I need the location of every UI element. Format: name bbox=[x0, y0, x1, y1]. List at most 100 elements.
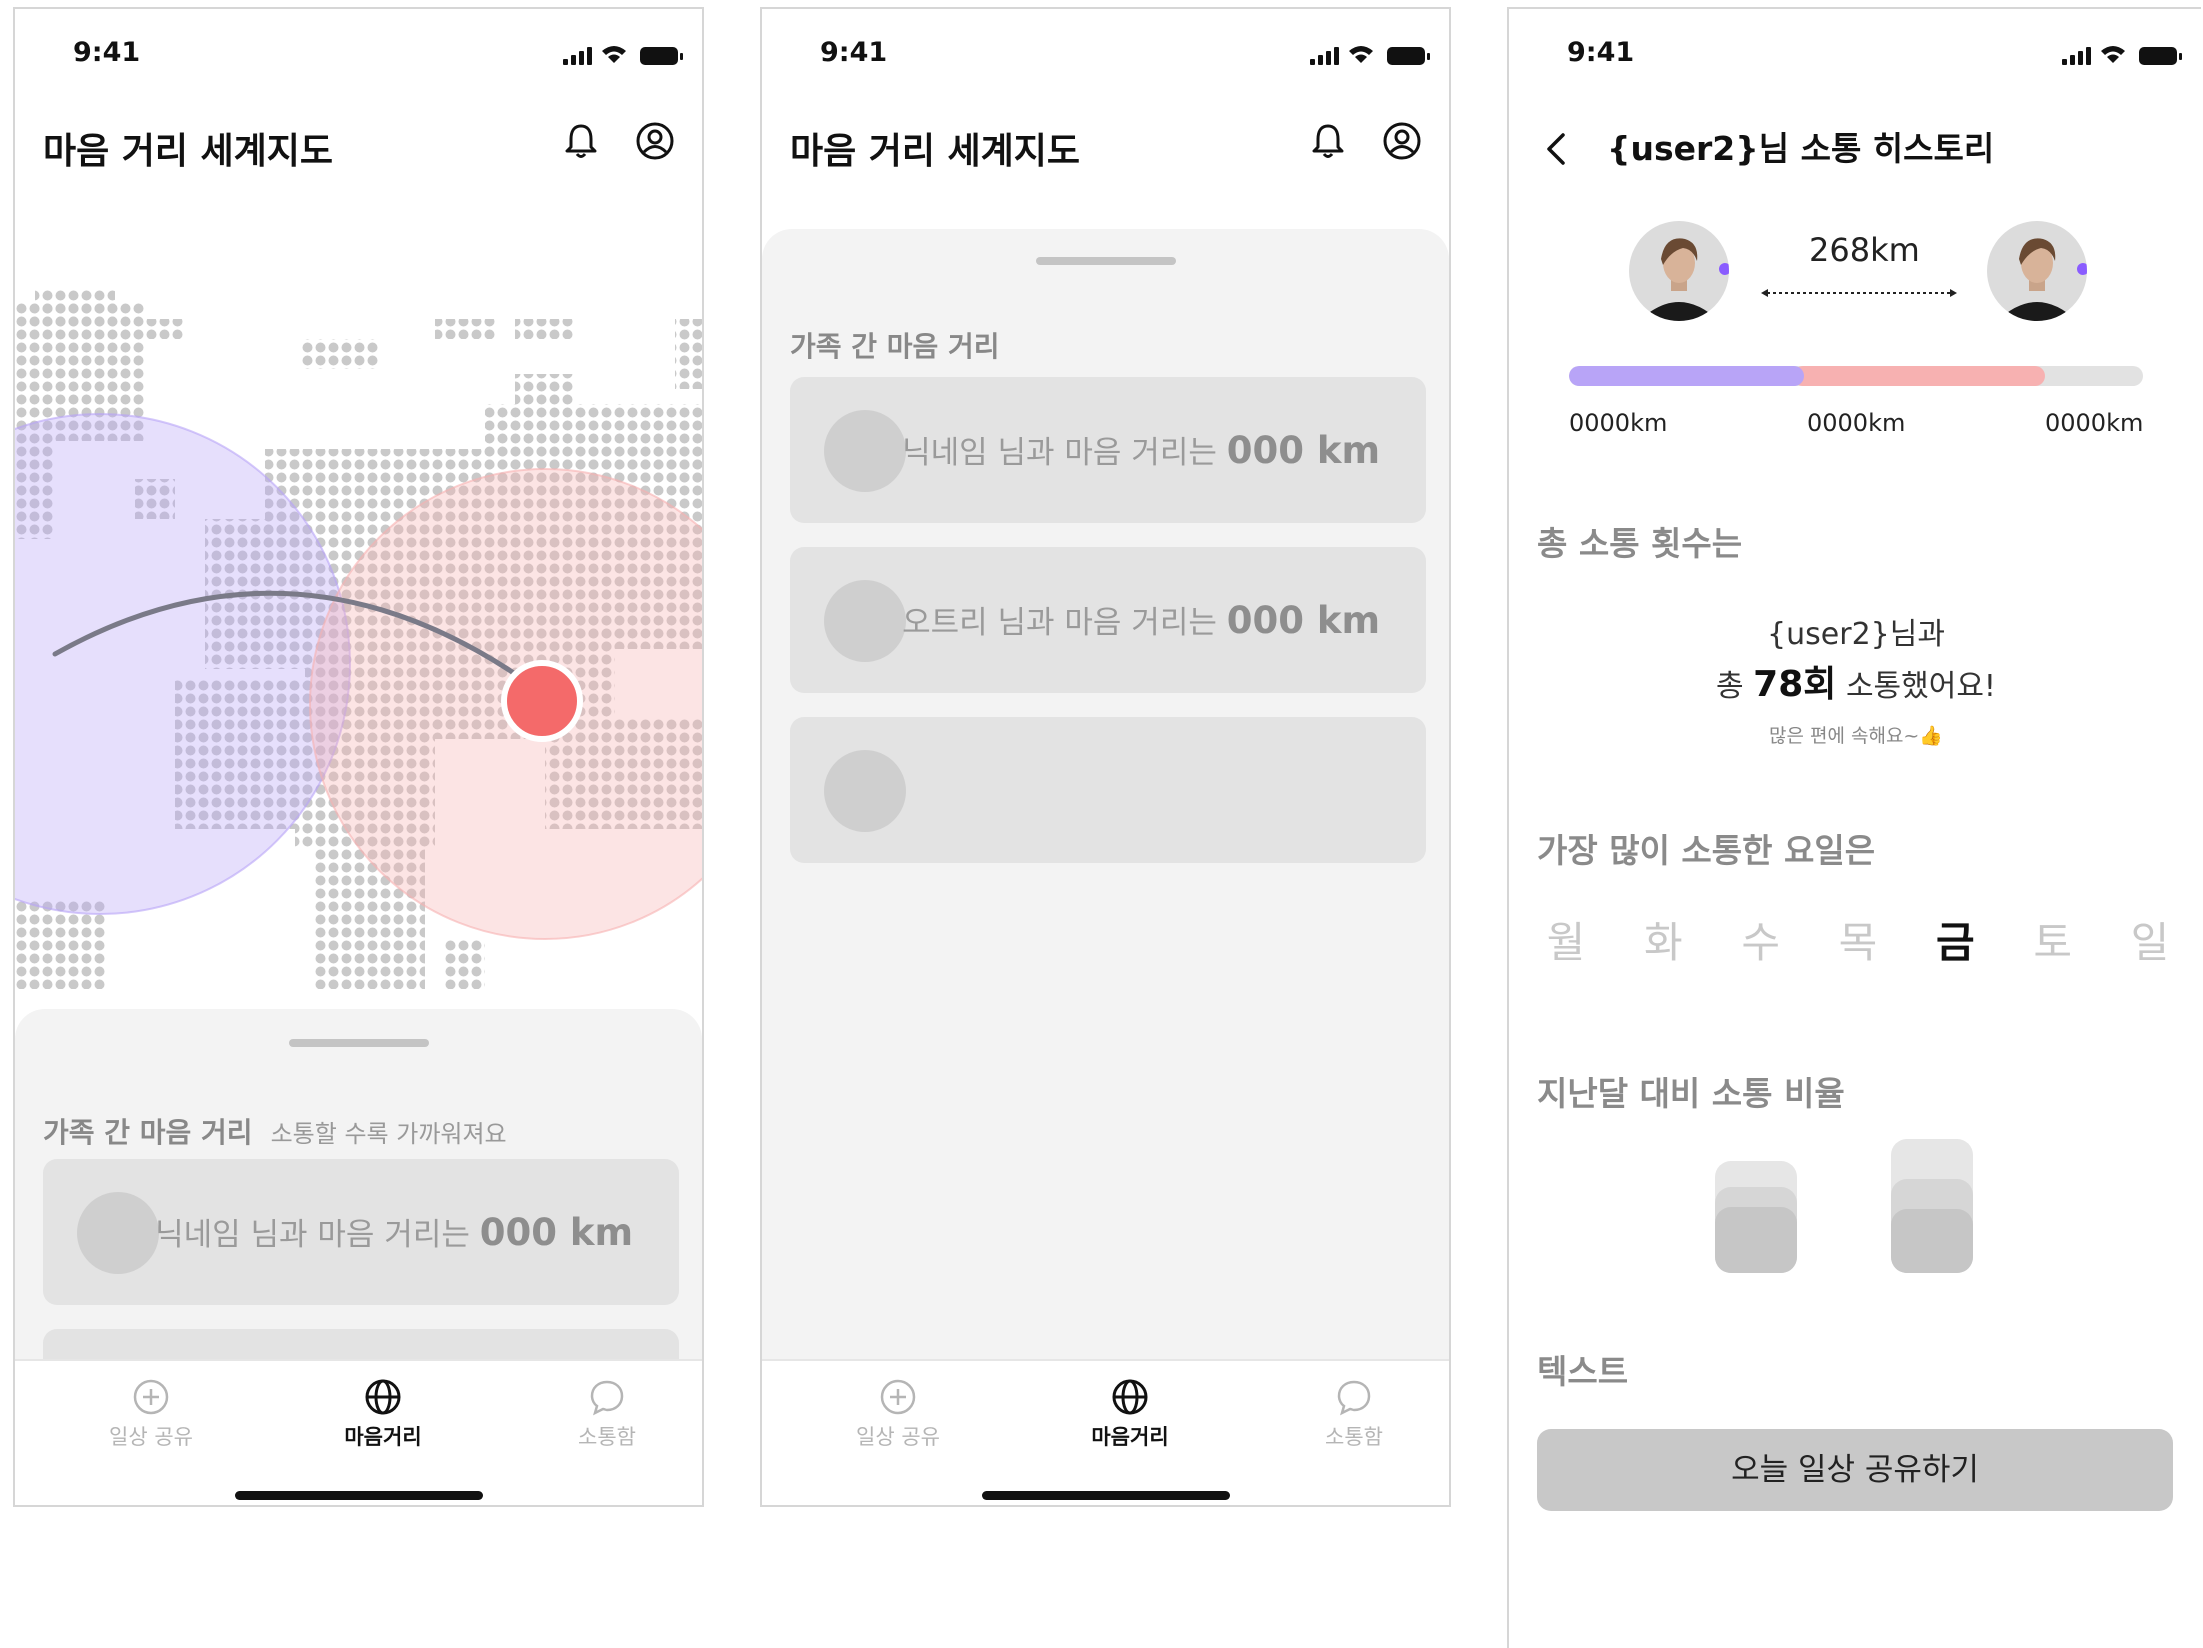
total-line1: {user2}님과 bbox=[1767, 617, 1945, 652]
tab-inbox[interactable]: 소통함 bbox=[527, 1377, 687, 1451]
weekday-row: 월 화 수 목 금 토 일 bbox=[1537, 909, 2179, 970]
km-label-start: 0000km bbox=[1569, 409, 1668, 437]
sheet-title-row: 가족 간 마음 거리 소통할 수록 가까워져요 bbox=[43, 1111, 507, 1151]
weekday-thu: 목 bbox=[1838, 918, 1878, 967]
home-indicator bbox=[981, 1491, 1230, 1500]
card-distance-value: 000 km bbox=[479, 1211, 633, 1254]
distance-card[interactable]: 닉네임 님과 마음 거리는 000 km bbox=[43, 1159, 679, 1305]
status-time: 9:41 bbox=[820, 37, 888, 68]
card-distance-value: 000 km bbox=[1226, 599, 1380, 642]
avatar bbox=[824, 580, 906, 662]
tab-bar: 일상 공유 마음거리 소통함 bbox=[762, 1359, 1449, 1505]
double-arrow-icon bbox=[1761, 289, 1957, 297]
tab-daily-share[interactable]: 일상 공유 bbox=[71, 1377, 231, 1451]
location-marker[interactable] bbox=[501, 660, 583, 742]
battery-icon bbox=[1387, 47, 1430, 65]
tab-label: 일상 공유 bbox=[856, 1425, 940, 1449]
distance-value: 268km bbox=[1809, 231, 1920, 269]
card-text: 오트리 님과 마음 거리는 000 km bbox=[902, 597, 1380, 642]
km-label-mid: 0000km bbox=[1807, 409, 1906, 437]
card-label: 오트리 님과 마음 거리는 bbox=[902, 605, 1217, 641]
progress-segment-pink bbox=[1792, 366, 2046, 386]
tab-bar: 일상 공유 마음거리 소통함 bbox=[15, 1359, 702, 1505]
globe-icon bbox=[365, 1379, 401, 1415]
globe-icon bbox=[1112, 1379, 1148, 1415]
bell-icon[interactable] bbox=[1306, 119, 1350, 163]
tab-label: 마음거리 bbox=[344, 1425, 422, 1449]
page-title: 마음 거리 세계지도 bbox=[790, 131, 1081, 172]
map-canvas bbox=[15, 289, 702, 989]
page-title: 마음 거리 세계지도 bbox=[43, 131, 334, 172]
tab-heart-distance[interactable]: 마음거리 bbox=[303, 1377, 463, 1451]
avatar-user2[interactable] bbox=[1987, 221, 2087, 321]
weekday-tue: 화 bbox=[1644, 918, 1683, 967]
home-indicator bbox=[234, 1491, 483, 1500]
signal-icon bbox=[563, 45, 592, 65]
chat-bubble-icon bbox=[590, 1380, 624, 1416]
total-count-heading: 총 소통 횟수는 bbox=[1537, 524, 1743, 563]
screen-communication-history: 9:41 {user2}님 소통 히스토리 268km 0000km 0000k… bbox=[1507, 7, 2201, 1648]
avatar-user1[interactable] bbox=[1629, 221, 1729, 321]
distance-card[interactable]: 닉네임 님과 마음 거리는 000 km bbox=[790, 377, 1426, 523]
total-count: 78회 bbox=[1753, 664, 1837, 705]
tab-label: 일상 공유 bbox=[109, 1425, 193, 1449]
status-icons bbox=[1310, 43, 1430, 65]
profile-icon[interactable] bbox=[633, 119, 677, 163]
profile-icon[interactable] bbox=[1380, 119, 1424, 163]
avatar bbox=[824, 750, 906, 832]
battery-icon bbox=[640, 47, 683, 65]
tab-heart-distance[interactable]: 마음거리 bbox=[1050, 1377, 1210, 1451]
status-time: 9:41 bbox=[1567, 37, 1635, 68]
total-suffix: 소통했어요! bbox=[1845, 669, 1996, 704]
status-icons bbox=[563, 43, 683, 65]
tab-label: 소통함 bbox=[578, 1425, 636, 1449]
tab-label: 소통함 bbox=[1325, 1425, 1383, 1449]
bottom-sheet[interactable]: 가족 간 마음 거리 소통할 수록 가까워져요 닉네임 님과 마음 거리는 000… bbox=[15, 1009, 702, 1389]
wifi-icon bbox=[602, 46, 626, 63]
total-line2: 총 78회 소통했어요! bbox=[1509, 655, 2201, 707]
sheet-title: 가족 간 마음 거리 bbox=[790, 330, 1000, 363]
world-map[interactable] bbox=[15, 289, 702, 1019]
avatar bbox=[77, 1192, 159, 1274]
wifi-icon bbox=[1349, 46, 1373, 63]
distance-progress-bar bbox=[1569, 366, 2143, 386]
sheet-grabber[interactable] bbox=[288, 1039, 429, 1047]
wifi-icon bbox=[2101, 46, 2125, 63]
card-distance-value: 000 km bbox=[1226, 429, 1380, 472]
battery-icon bbox=[2139, 47, 2182, 65]
ratio-bar-this-month bbox=[1891, 1139, 1973, 1281]
distance-card-empty[interactable] bbox=[790, 717, 1426, 863]
tab-daily-share[interactable]: 일상 공유 bbox=[818, 1377, 978, 1451]
page-title: {user2}님 소통 히스토리 bbox=[1607, 129, 1995, 168]
weekday-sat: 토 bbox=[2033, 918, 2072, 967]
plus-circle-icon bbox=[880, 1379, 916, 1415]
sheet-title: 가족 간 마음 거리 bbox=[43, 1116, 253, 1149]
card-text: 닉네임 님과 마음 거리는 000 km bbox=[155, 1209, 633, 1254]
back-arrow-icon[interactable] bbox=[1543, 129, 1569, 169]
weekday-wed: 수 bbox=[1741, 918, 1780, 967]
bell-icon[interactable] bbox=[559, 119, 603, 163]
ratio-heading: 지난달 대비 소통 비율 bbox=[1537, 1074, 1845, 1113]
weekday-heading: 가장 많이 소통한 요일은 bbox=[1537, 831, 1876, 870]
person-photo bbox=[1987, 221, 2087, 321]
card-text: 닉네임 님과 마음 거리는 000 km bbox=[902, 427, 1380, 472]
sheet-subtitle: 소통할 수록 가까워져요 bbox=[270, 1120, 507, 1148]
ratio-bar-last-month bbox=[1715, 1161, 1797, 1281]
avatar bbox=[824, 410, 906, 492]
signal-icon bbox=[1310, 45, 1339, 65]
tab-inbox[interactable]: 소통함 bbox=[1274, 1377, 1434, 1451]
bottom-sheet-expanded[interactable]: 가족 간 마음 거리 닉네임 님과 마음 거리는 000 km 오트리 님과 마… bbox=[762, 229, 1449, 1369]
person-photo bbox=[1629, 221, 1729, 321]
card-label: 닉네임 님과 마음 거리는 bbox=[902, 435, 1217, 471]
status-icons bbox=[2062, 43, 2182, 65]
chat-bubble-icon bbox=[1337, 1380, 1371, 1416]
sheet-grabber[interactable] bbox=[1035, 257, 1176, 265]
total-prefix: 총 bbox=[1716, 669, 1744, 704]
screen-distance-list: 9:41 마음 거리 세계지도 가족 간 마음 거리 닉네임 님과 마음 거리는… bbox=[760, 7, 1451, 1507]
distance-card[interactable]: 오트리 님과 마음 거리는 000 km bbox=[790, 547, 1426, 693]
weekday-mon: 월 bbox=[1546, 918, 1586, 967]
tab-label: 마음거리 bbox=[1091, 1425, 1169, 1449]
plus-circle-icon bbox=[133, 1379, 169, 1415]
share-daily-button[interactable]: 오늘 일상 공유하기 bbox=[1537, 1429, 2173, 1511]
status-time: 9:41 bbox=[73, 37, 141, 68]
